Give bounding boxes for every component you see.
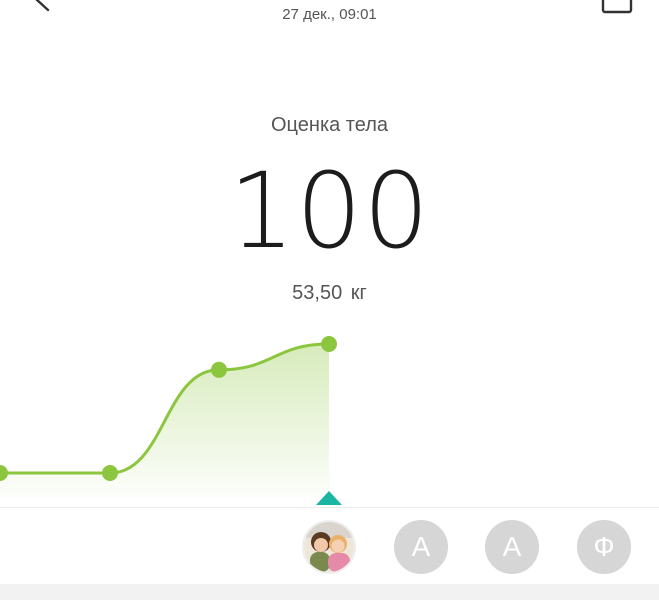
chart-point-selected[interactable]: [321, 336, 337, 352]
avatar-photo-icon: [304, 522, 354, 572]
chart-point[interactable]: [211, 361, 227, 378]
user-avatar[interactable]: А: [485, 520, 539, 574]
calendar-icon[interactable]: [600, 0, 634, 14]
user-initial: Ф: [593, 531, 615, 562]
bottom-strip: [0, 584, 659, 600]
user-avatar-photo[interactable]: [302, 520, 356, 574]
body-score-chart: [0, 336, 337, 498]
user-switcher: А А Ф: [0, 508, 659, 584]
top-bar: 27 дек., 09:01: [0, 0, 659, 40]
measurement-date: 27 дек., 09:01: [282, 6, 377, 23]
score-label: Оценка тела: [270, 114, 388, 136]
weight-value: 53,50 кг: [292, 282, 367, 304]
score-value: 100: [228, 150, 431, 272]
selected-point-pointer: [316, 491, 342, 505]
user-initial: А: [502, 531, 522, 562]
user-avatar[interactable]: А: [394, 520, 448, 574]
user-initial: А: [411, 531, 431, 562]
chart-point[interactable]: [102, 465, 118, 481]
user-avatar[interactable]: Ф: [577, 520, 631, 574]
